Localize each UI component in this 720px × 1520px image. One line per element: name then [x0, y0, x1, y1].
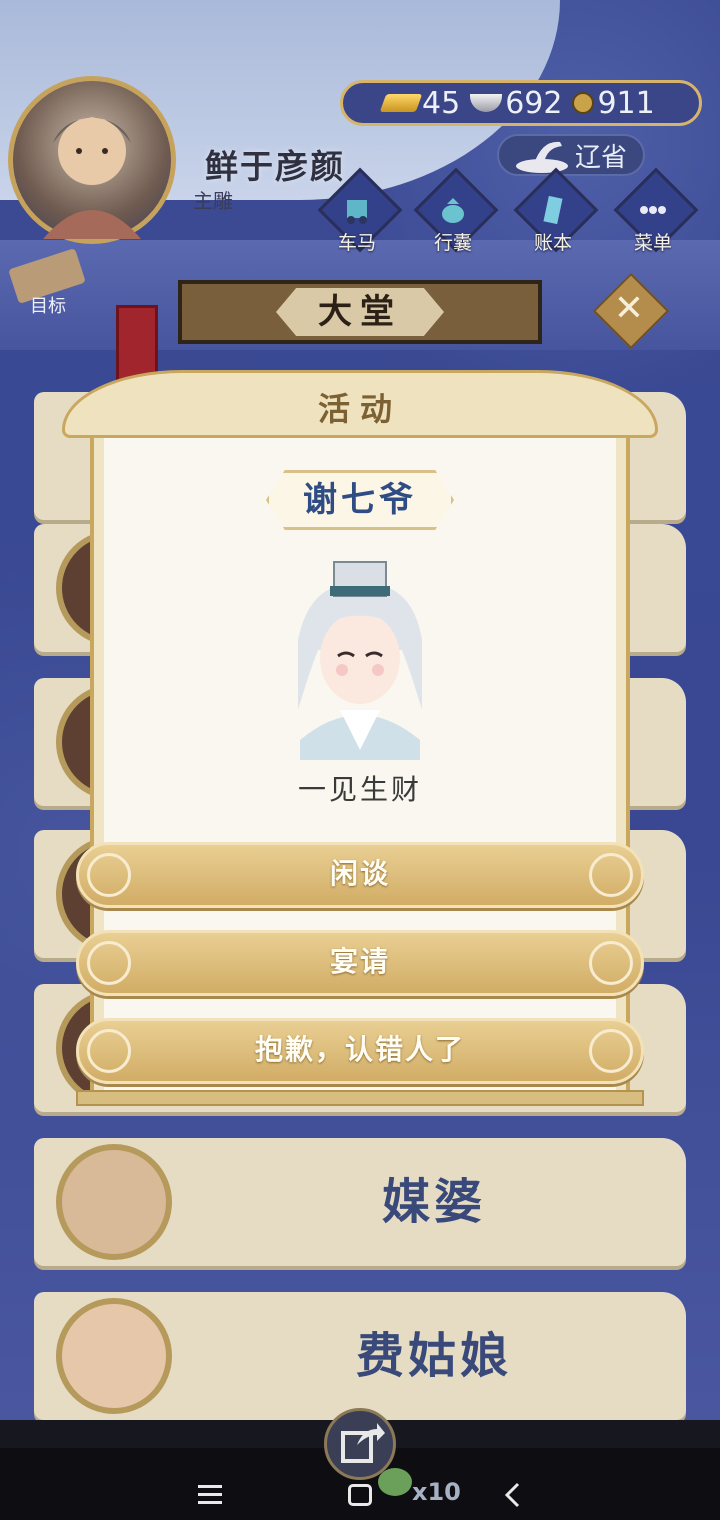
silver-ingot-icon [470, 94, 503, 112]
player-title: 主雕 [193, 189, 233, 213]
goal-label[interactable]: 目标 [30, 292, 66, 318]
card-name: 媒婆 [381, 1174, 486, 1230]
currency-bar: 45 692 911 [340, 80, 702, 126]
share-icon [341, 1423, 385, 1463]
list-item[interactable]: 媒婆 [34, 1138, 686, 1266]
recent-apps-icon[interactable] [198, 1484, 222, 1506]
list-item[interactable]: 费姑娘 [34, 1292, 686, 1420]
nav-label-carriage: 车马 [337, 232, 376, 254]
home-icon[interactable] [348, 1484, 372, 1506]
copper-coin-icon [572, 92, 595, 114]
bag-icon [442, 198, 464, 223]
npc-description: 一见生财 [297, 773, 422, 806]
cloud-ornament-icon [589, 853, 633, 897]
coin-count: 911 [597, 85, 655, 121]
multiplier-label: x10 [412, 1478, 461, 1506]
cloud-ornament-icon [87, 853, 131, 897]
nav-label-ledger: 账本 [533, 232, 572, 254]
cloud-ornament-icon [589, 1029, 633, 1073]
banquet-button-label: 宴请 [329, 945, 390, 978]
chat-button[interactable]: 闲谈 [76, 842, 644, 908]
close-icon[interactable]: ✕ [604, 284, 654, 334]
gold-ingot-icon [379, 94, 423, 112]
nav-menu[interactable]: 菜单 [608, 167, 699, 260]
lady-fei-portrait [56, 1298, 172, 1414]
apologize-button-label: 抱歉，认错人了 [254, 1033, 465, 1066]
nav-label-bag: 行囊 [433, 232, 472, 254]
nav-ledger[interactable]: 账本 [508, 167, 599, 260]
province-label: 辽省 [574, 142, 627, 173]
chat-button-label: 闲谈 [329, 857, 390, 890]
seal-stamp-icon [516, 141, 568, 173]
player-avatar[interactable] [8, 76, 176, 244]
modal-base [76, 1090, 644, 1106]
nav-bag[interactable]: 行囊 [408, 167, 499, 260]
ledger-icon [543, 195, 563, 225]
cloud-ornament-icon [87, 941, 131, 985]
modal-title: 活动 [317, 390, 402, 428]
silver-count: 692 [505, 85, 563, 121]
carriage-icon [347, 200, 367, 224]
cloud-ornament-icon [589, 941, 633, 985]
nav-carriage[interactable]: 车马 [312, 167, 403, 260]
menu-dots-icon [640, 206, 666, 214]
card-name: 费姑娘 [355, 1328, 512, 1384]
cloud-ornament-icon [87, 1029, 131, 1073]
nav-label-menu: 菜单 [633, 232, 672, 254]
back-icon[interactable] [504, 1482, 520, 1508]
matchmaker-portrait [56, 1144, 172, 1260]
npc-portrait [298, 561, 422, 760]
npc-name: 谢七爷 [303, 480, 417, 520]
apologize-button[interactable]: 抱歉，认错人了 [76, 1018, 644, 1084]
frog-icon [378, 1468, 412, 1496]
banquet-button[interactable]: 宴请 [76, 930, 644, 996]
hall-title: 大堂 [318, 292, 402, 332]
gold-count: 45 [422, 85, 461, 121]
